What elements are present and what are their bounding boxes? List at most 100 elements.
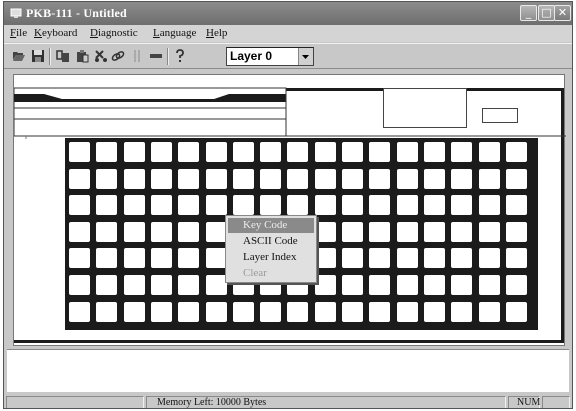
keyboard-key[interactable]	[478, 168, 500, 189]
keyboard-key[interactable]	[232, 195, 254, 216]
keyboard-key[interactable]	[232, 168, 254, 189]
keyboard-key[interactable]	[369, 142, 391, 162]
keyboard-key[interactable]	[287, 142, 309, 162]
keyboard-key[interactable]	[178, 195, 200, 216]
keyboard-key[interactable]	[396, 142, 418, 162]
keyboard-key[interactable]	[260, 301, 282, 322]
keyboard-key[interactable]	[423, 301, 445, 322]
link-icon[interactable]	[111, 49, 125, 63]
keyboard-canvas[interactable]	[13, 74, 566, 346]
keyboard-key[interactable]	[396, 168, 418, 189]
keyboard-key[interactable]	[178, 275, 200, 295]
keyboard-key[interactable]	[342, 221, 363, 242]
close-button[interactable]: ✕	[554, 5, 571, 21]
keyboard-key[interactable]	[342, 275, 363, 295]
keyboard-key[interactable]	[505, 221, 527, 242]
keyboard-key[interactable]	[505, 142, 527, 162]
keyboard-key[interactable]	[260, 168, 282, 189]
keyboard-key[interactable]	[314, 221, 336, 242]
keyboard-key[interactable]	[369, 221, 391, 242]
keyboard-key[interactable]	[205, 195, 227, 216]
keyboard-key[interactable]	[150, 168, 172, 189]
keyboard-key[interactable]	[478, 301, 500, 322]
keyboard-key[interactable]	[69, 142, 90, 162]
keyboard-key[interactable]	[96, 301, 118, 322]
keyboard-key[interactable]	[205, 168, 227, 189]
keyboard-key[interactable]	[396, 221, 418, 242]
keyboard-key[interactable]	[96, 142, 118, 162]
keyboard-key[interactable]	[205, 221, 227, 242]
keyboard-key[interactable]	[451, 142, 473, 162]
keyboard-key[interactable]	[451, 195, 473, 216]
row-icon[interactable]	[149, 49, 163, 63]
keyboard-key[interactable]	[478, 142, 500, 162]
keyboard-key[interactable]	[451, 168, 473, 189]
keyboard-key[interactable]	[314, 142, 336, 162]
keyboard-key[interactable]	[342, 168, 363, 189]
keyboard-key[interactable]	[369, 275, 391, 295]
column-icon[interactable]	[131, 49, 145, 63]
keyboard-key[interactable]	[451, 275, 473, 295]
keyboard-key[interactable]	[96, 221, 118, 242]
keyboard-key[interactable]	[287, 195, 309, 216]
keyboard-key[interactable]	[505, 275, 527, 295]
keyboard-key[interactable]	[123, 142, 145, 162]
keyboard-key[interactable]	[69, 301, 90, 322]
keyboard-key[interactable]	[396, 275, 418, 295]
keyboard-key[interactable]	[178, 142, 200, 162]
context-menu-layer-index[interactable]: Layer Index	[228, 250, 314, 265]
help-icon[interactable]	[173, 49, 187, 63]
keyboard-key[interactable]	[423, 168, 445, 189]
keyboard-key[interactable]	[423, 142, 445, 162]
keyboard-key[interactable]	[423, 221, 445, 242]
menu-keyboard[interactable]: Keyboard	[34, 27, 77, 39]
keyboard-key[interactable]	[423, 195, 445, 216]
keyboard-key[interactable]	[123, 195, 145, 216]
keyboard-key[interactable]	[96, 275, 118, 295]
open-folder-icon[interactable]	[12, 49, 26, 63]
save-icon[interactable]	[31, 49, 45, 63]
keyboard-key[interactable]	[451, 221, 473, 242]
keyboard-key[interactable]	[369, 168, 391, 189]
keyboard-key[interactable]	[150, 248, 172, 269]
keyboard-key[interactable]	[205, 142, 227, 162]
keyboard-key[interactable]	[342, 195, 363, 216]
keyboard-key[interactable]	[150, 221, 172, 242]
keyboard-key[interactable]	[150, 275, 172, 295]
keyboard-key[interactable]	[396, 195, 418, 216]
keyboard-key[interactable]	[369, 248, 391, 269]
cut-icon[interactable]	[94, 49, 108, 63]
keyboard-key[interactable]	[123, 168, 145, 189]
menu-language[interactable]: Language	[153, 27, 196, 39]
context-menu-key-code[interactable]: Key Code	[228, 218, 314, 233]
keyboard-key[interactable]	[478, 221, 500, 242]
keyboard-key[interactable]	[423, 275, 445, 295]
keyboard-key[interactable]	[478, 248, 500, 269]
keyboard-key[interactable]	[314, 195, 336, 216]
keyboard-key[interactable]	[232, 142, 254, 162]
keyboard-key[interactable]	[451, 248, 473, 269]
maximize-button[interactable]: □	[538, 5, 555, 21]
keyboard-key[interactable]	[96, 168, 118, 189]
keyboard-key[interactable]	[451, 301, 473, 322]
keyboard-key[interactable]	[232, 301, 254, 322]
keyboard-key[interactable]	[342, 142, 363, 162]
keyboard-key[interactable]	[96, 248, 118, 269]
keyboard-key[interactable]	[314, 301, 336, 322]
keyboard-key[interactable]	[150, 142, 172, 162]
keyboard-key[interactable]	[505, 248, 527, 269]
keyboard-key[interactable]	[178, 301, 200, 322]
menu-diagnostic[interactable]: Diagnostic	[90, 27, 138, 39]
keyboard-key[interactable]	[314, 248, 336, 269]
keyboard-key[interactable]	[342, 248, 363, 269]
keyboard-key[interactable]	[369, 301, 391, 322]
copy-layer-icon[interactable]	[56, 49, 70, 63]
keyboard-key[interactable]	[205, 275, 227, 295]
keyboard-key[interactable]	[69, 221, 90, 242]
paste-layer-icon[interactable]	[75, 49, 89, 63]
layer-select[interactable]: Layer 0	[226, 47, 314, 66]
keyboard-key[interactable]	[505, 195, 527, 216]
title-bar[interactable]: PKB-111 - Untitled _ □ ✕	[4, 2, 572, 25]
menu-file[interactable]: File	[10, 27, 27, 39]
keyboard-key[interactable]	[123, 275, 145, 295]
